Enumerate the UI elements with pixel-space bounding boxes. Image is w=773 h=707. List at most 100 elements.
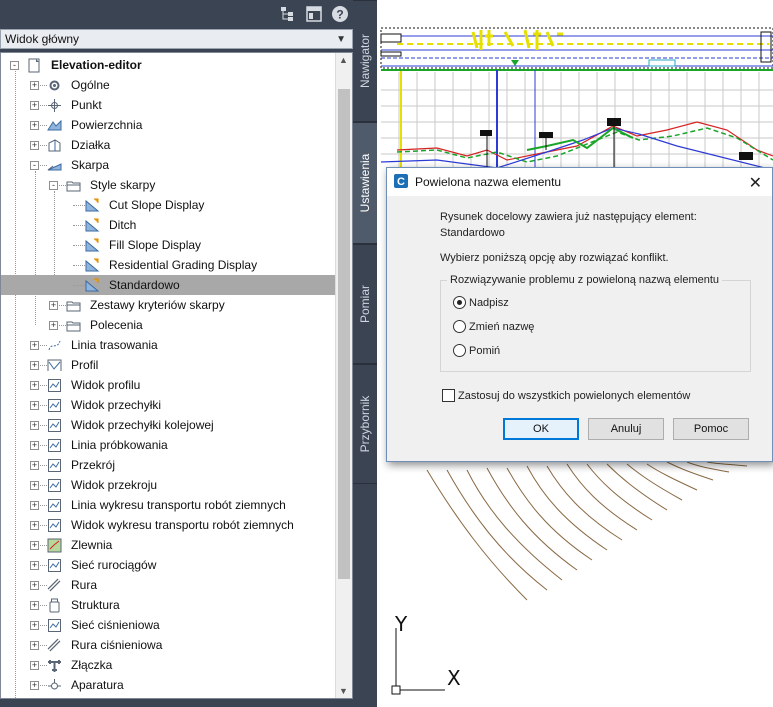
expand-icon[interactable]: + xyxy=(30,541,39,550)
collapse-icon[interactable]: - xyxy=(49,181,58,190)
expand-icon[interactable]: + xyxy=(30,501,39,510)
expand-icon[interactable]: + xyxy=(30,621,39,630)
expand-icon[interactable]: + xyxy=(30,121,39,130)
expand-icon[interactable]: + xyxy=(30,101,39,110)
tree-item-section[interactable]: + Przekrój xyxy=(1,455,337,475)
tab-pomiar[interactable]: Pomiar xyxy=(353,244,377,364)
tree-item-surface[interactable]: + Powierzchnia xyxy=(1,115,337,135)
tree-item-mass-haul-line[interactable]: + Linia wykresu transportu robót ziemnych xyxy=(1,495,337,515)
duplicate-name-dialog: C Powielona nazwa elementu ✕ Rysunek doc… xyxy=(386,167,773,462)
skip-label[interactable]: Pomiń xyxy=(469,345,500,357)
tree-item-drawing[interactable]: - Elevation-editor xyxy=(1,55,337,75)
tree-item-label: Widok przechyłki kolejowej xyxy=(71,418,214,432)
tree-item-profile[interactable]: + Profil xyxy=(1,355,337,375)
tree-item-pressure-network[interactable]: + Sieć ciśnieniowa xyxy=(1,615,337,635)
tab-ustawienia[interactable]: Ustawienia xyxy=(353,122,377,244)
tab-nawigator[interactable]: Nawigator xyxy=(353,0,377,122)
apply-to-all-checkbox[interactable] xyxy=(442,389,455,402)
rename-radio[interactable] xyxy=(453,320,466,333)
tree-item-label: Fill Slope Display xyxy=(109,238,202,252)
tree-item-label: Profil xyxy=(71,358,99,372)
tree-item-pipe[interactable]: + Rura xyxy=(1,575,337,595)
dialog-titlebar[interactable]: C Powielona nazwa elementu ✕ xyxy=(387,168,772,196)
expand-icon[interactable]: + xyxy=(30,661,39,670)
tree-item-fitting[interactable]: + Złączka xyxy=(1,655,337,675)
tree-item-pipe-network[interactable]: + Sieć rurociągów xyxy=(1,555,337,575)
ok-button[interactable]: OK xyxy=(503,418,579,440)
palette-toolbar: ? xyxy=(0,0,353,28)
collapse-icon[interactable]: - xyxy=(10,61,19,70)
expand-icon[interactable]: + xyxy=(30,341,39,350)
expand-icon[interactable]: + xyxy=(30,581,39,590)
overwrite-label[interactable]: Nadpisz xyxy=(469,297,509,309)
expand-icon[interactable]: + xyxy=(30,401,39,410)
expand-icon[interactable]: + xyxy=(30,81,39,90)
cancel-button[interactable]: Anuluj xyxy=(588,418,664,440)
scroll-up-arrow-icon[interactable]: ▲ xyxy=(339,55,348,65)
tree-item-style[interactable]: Fill Slope Display xyxy=(1,235,337,255)
tree-item-structure[interactable]: + Struktura xyxy=(1,595,337,615)
expand-icon[interactable]: + xyxy=(30,481,39,490)
tree-item-pressure-pipe[interactable]: + Rura ciśnieniowa xyxy=(1,635,337,655)
expand-icon[interactable]: + xyxy=(30,561,39,570)
tree-item-parcel[interactable]: + Działka xyxy=(1,135,337,155)
expand-icon[interactable]: + xyxy=(30,461,39,470)
collapse-icon[interactable]: - xyxy=(30,161,39,170)
expand-icon[interactable]: + xyxy=(30,141,39,150)
tree-connector-line xyxy=(73,245,85,246)
tree-item-folder[interactable]: - Style skarpy xyxy=(1,175,337,195)
skip-radio[interactable] xyxy=(453,344,466,357)
tree-item-label: Widok przechyłki xyxy=(71,398,162,412)
tree-item-catchment[interactable]: + Zlewnia xyxy=(1,535,337,555)
help-button[interactable]: Pomoc xyxy=(673,418,749,440)
tree-item-label: Linia wykresu transportu robót ziemnych xyxy=(71,498,286,512)
tree-item-profile-view[interactable]: + Widok profilu xyxy=(1,375,337,395)
tree-connector-line xyxy=(73,205,85,206)
tree-item-sample-line[interactable]: + Linia próbkowania xyxy=(1,435,337,455)
tree-item-style[interactable]: Standardowo xyxy=(1,275,337,295)
tree-item-mass-haul-view[interactable]: + Widok wykresu transportu robót ziemnych xyxy=(1,515,337,535)
expand-icon[interactable]: + xyxy=(30,641,39,650)
tree-item-folder[interactable]: + Zestawy kryteriów skarpy xyxy=(1,295,337,315)
tree-item-style[interactable]: Ditch xyxy=(1,215,337,235)
tree-item-alignment[interactable]: + Linia trasowania xyxy=(1,335,337,355)
apply-to-all-label[interactable]: Zastosuj do wszystkich powielonych eleme… xyxy=(458,390,690,402)
tree-item-appurtenance[interactable]: + Aparatura xyxy=(1,675,337,695)
fitting-icon xyxy=(48,660,61,672)
tree-item-label: Widok profilu xyxy=(71,378,141,392)
expand-icon[interactable]: + xyxy=(49,321,58,330)
tree-item-folder[interactable]: + Polecenia xyxy=(1,315,337,335)
dialog-message: Rysunek docelowy zawiera już następujący… xyxy=(440,211,697,223)
expand-icon[interactable]: + xyxy=(30,361,39,370)
rename-label[interactable]: Zmień nazwę xyxy=(469,321,534,333)
view-selector-dropdown[interactable]: Widok główny ▼ xyxy=(0,29,353,49)
scrollbar-thumb[interactable] xyxy=(338,89,350,579)
parcel-icon xyxy=(48,139,61,152)
tree-item-cant-view[interactable]: + Widok przechyłki kolejowej xyxy=(1,415,337,435)
expand-icon[interactable]: + xyxy=(30,421,39,430)
tree-view-icon[interactable] xyxy=(279,5,297,23)
ucs-y-label: Y xyxy=(395,612,408,636)
tree-item-label: Polecenia xyxy=(90,318,143,332)
properties-icon[interactable] xyxy=(305,5,323,23)
tree-item-point[interactable]: + Punkt xyxy=(1,95,337,115)
scroll-down-arrow-icon[interactable]: ▼ xyxy=(339,686,348,696)
help-icon[interactable]: ? xyxy=(331,5,349,23)
tab-przybornik[interactable]: Przybornik xyxy=(353,364,377,484)
expand-icon[interactable]: + xyxy=(30,521,39,530)
resolution-group-label: Rozwiązywanie problemu z powieloną nazwą… xyxy=(447,274,723,286)
close-icon[interactable]: ✕ xyxy=(749,173,762,193)
tree-item-section-view[interactable]: + Widok przekroju xyxy=(1,475,337,495)
tree-item-grading[interactable]: - Skarpa xyxy=(1,155,337,175)
expand-icon[interactable]: + xyxy=(30,601,39,610)
tree-item-style[interactable]: Cut Slope Display xyxy=(1,195,337,215)
tree-item-general[interactable]: + Ogólne xyxy=(1,75,337,95)
expand-icon[interactable]: + xyxy=(49,301,58,310)
overwrite-radio[interactable] xyxy=(453,296,466,309)
expand-icon[interactable]: + xyxy=(30,441,39,450)
expand-icon[interactable]: + xyxy=(30,381,39,390)
expand-icon[interactable]: + xyxy=(30,681,39,690)
tree-scrollbar[interactable]: ▲ ▼ xyxy=(335,53,352,698)
tree-item-superelevation-view[interactable]: + Widok przechyłki xyxy=(1,395,337,415)
tree-item-style[interactable]: Residential Grading Display xyxy=(1,255,337,275)
